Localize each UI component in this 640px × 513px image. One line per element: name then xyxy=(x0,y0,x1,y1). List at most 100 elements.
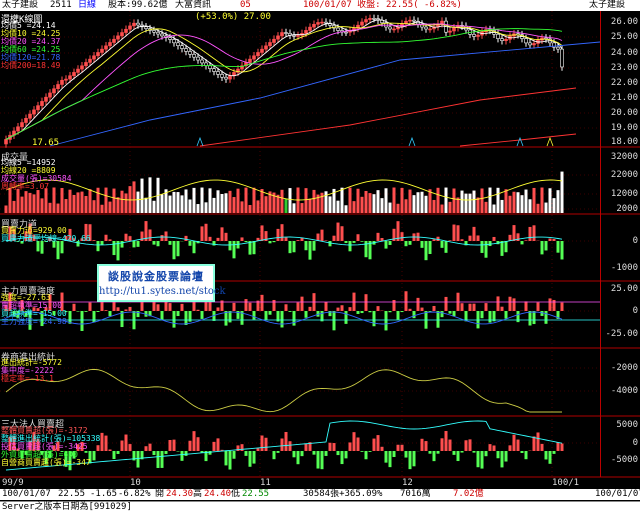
candle-body xyxy=(497,34,500,38)
volume-bar xyxy=(417,192,420,213)
high-note: (+53.0%) 27.00 xyxy=(195,12,271,22)
ma60-line xyxy=(6,29,562,140)
y-tick: 0 xyxy=(633,306,638,316)
candle-body xyxy=(181,46,184,49)
candle-body xyxy=(473,34,476,36)
institutional-bar xyxy=(145,446,148,451)
volume-bar xyxy=(561,172,564,213)
volume-bar xyxy=(405,199,408,213)
main-force-bar xyxy=(325,302,328,311)
institutional-bar xyxy=(365,451,368,459)
institutional-bar xyxy=(109,449,112,451)
volume-bar xyxy=(21,197,24,213)
power-bar xyxy=(217,238,220,241)
power-bar xyxy=(201,226,204,241)
volume-bar xyxy=(289,188,292,213)
volume-bar xyxy=(293,203,296,213)
institutional-bar xyxy=(401,445,404,451)
volume-bar xyxy=(329,196,332,213)
volume-bar xyxy=(45,188,48,213)
main-force-bar xyxy=(253,311,256,320)
power-bar xyxy=(349,241,352,251)
main-force-bar xyxy=(309,307,312,311)
volume-bar xyxy=(265,196,268,213)
institutional-bar xyxy=(493,445,496,451)
main-force-bar xyxy=(509,297,512,311)
ad-url[interactable]: http://tu1.sytes.net/stock xyxy=(99,286,213,297)
volume-bar xyxy=(181,195,184,213)
volume-bar xyxy=(521,195,524,213)
institutional-bar xyxy=(505,451,508,462)
volume-bar xyxy=(69,190,72,213)
institutional-bar xyxy=(517,440,520,451)
institutional-bar xyxy=(273,451,276,459)
candle-body xyxy=(225,77,228,79)
power-bar xyxy=(169,241,172,245)
power-bar xyxy=(273,241,276,242)
volume-bar xyxy=(321,193,324,213)
main-force-bar xyxy=(85,311,88,312)
volume-bar xyxy=(413,195,416,213)
candle-body xyxy=(321,22,324,23)
volume-bar xyxy=(453,188,456,213)
institutional-bar xyxy=(537,432,540,451)
candle-body xyxy=(373,18,376,19)
power-bar xyxy=(481,241,484,253)
candle-body xyxy=(145,27,148,29)
candle-body xyxy=(45,97,48,101)
volume-bar xyxy=(245,188,248,213)
power-bar xyxy=(521,241,524,244)
power-bar xyxy=(357,234,360,241)
volume-bar xyxy=(549,188,552,213)
main-force-bar xyxy=(109,311,112,316)
candle-body xyxy=(361,22,364,25)
candle-body xyxy=(5,139,8,144)
volume-bar xyxy=(485,202,488,213)
volume-bar xyxy=(85,196,88,213)
volume-bar xyxy=(177,192,180,213)
institutional-bar xyxy=(377,435,380,451)
main-force-bar xyxy=(229,311,232,322)
candle-body xyxy=(561,49,564,67)
candle-body xyxy=(533,43,536,44)
power-bar xyxy=(457,225,460,241)
volume-bar xyxy=(173,192,176,213)
power-bar xyxy=(321,230,324,241)
volume-bar xyxy=(301,203,304,213)
volume-bar xyxy=(133,181,136,213)
institutional-bar xyxy=(345,451,348,458)
candle-body xyxy=(369,18,372,19)
main-force-bar xyxy=(217,307,220,311)
volume-bar xyxy=(13,201,16,213)
volume-bar xyxy=(325,191,328,213)
volume-bar xyxy=(557,190,560,213)
main-force-bar xyxy=(73,304,76,311)
y-tick: 25.00 xyxy=(611,284,638,294)
institutional-bar xyxy=(433,451,436,461)
institutional-bar xyxy=(437,451,440,454)
volume-bar xyxy=(57,204,60,213)
institutional-bar xyxy=(165,451,168,454)
volume-bar xyxy=(121,191,124,213)
forum-ad-banner[interactable]: 談股說金股票論壇 http://tu1.sytes.net/stock xyxy=(97,264,215,302)
institutional-bar xyxy=(265,438,268,451)
power-bar xyxy=(165,231,168,241)
candle-body xyxy=(197,57,200,60)
volume-bar xyxy=(117,197,120,213)
power-bar xyxy=(105,235,108,241)
volume-bar xyxy=(401,188,404,213)
main-force-y-axis: 25.000-25.00 xyxy=(600,284,640,348)
status-amount: 7016萬 xyxy=(400,489,431,500)
mfLegend-item: 主力強度=-24.98 xyxy=(1,318,67,326)
candle-body xyxy=(17,127,20,131)
institutional-bar xyxy=(553,451,556,454)
power-bar xyxy=(149,229,152,241)
power-bar xyxy=(485,241,488,258)
candle-body xyxy=(21,123,24,127)
institutional-bar xyxy=(357,437,360,451)
main-force-bar xyxy=(245,299,248,311)
volume-bar xyxy=(29,193,32,213)
candle-body xyxy=(325,22,328,23)
candle-body xyxy=(41,101,44,105)
volume-bar xyxy=(493,205,496,213)
